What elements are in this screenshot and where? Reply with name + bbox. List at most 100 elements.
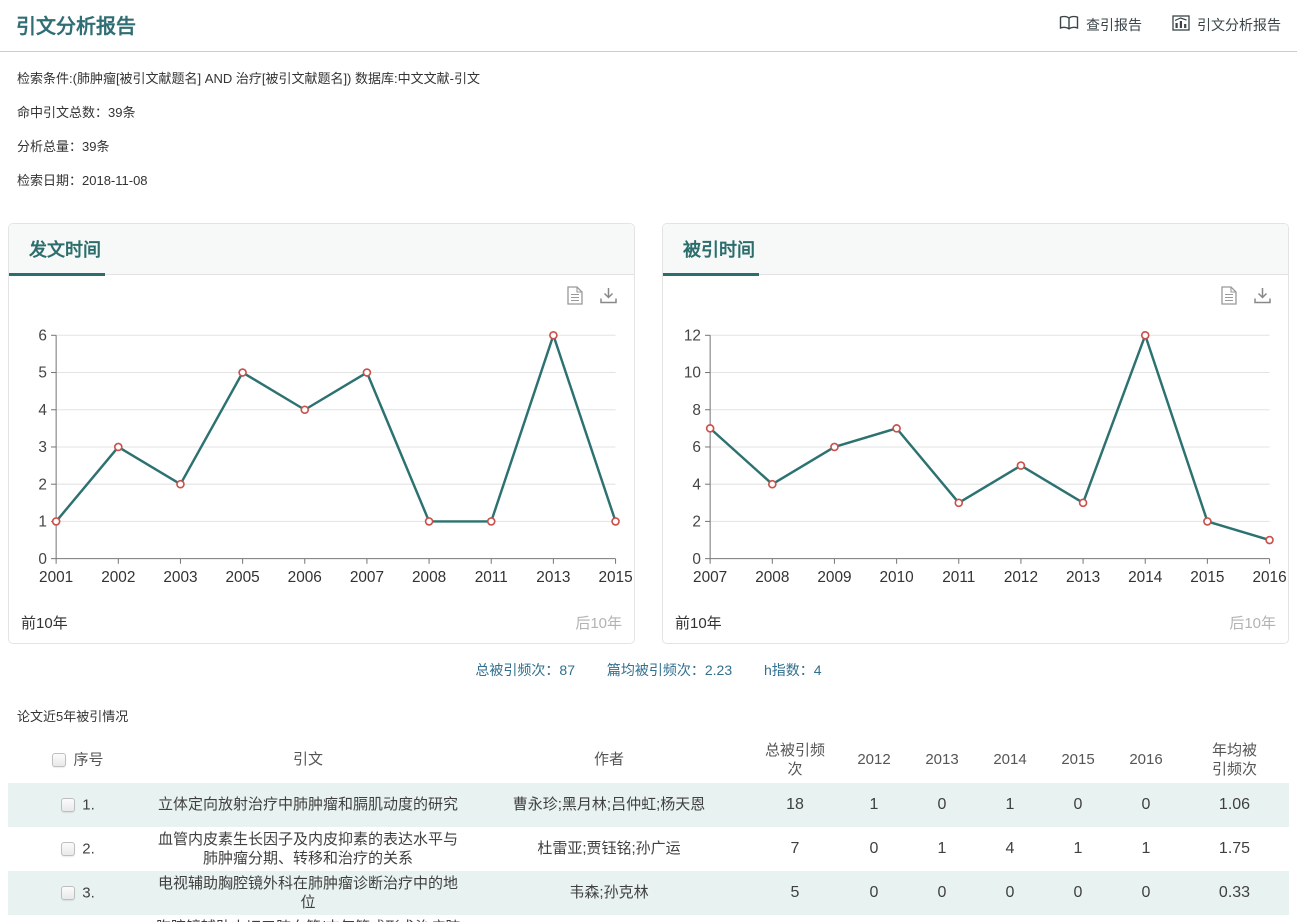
analysis-total: 分析总量：39条 bbox=[17, 136, 1280, 155]
citation-title: 血管内皮素生长因子及内皮抑素的表达水平与肺肿瘤分期、转移和治疗的关系 bbox=[148, 827, 468, 871]
svg-text:2016: 2016 bbox=[1252, 569, 1286, 586]
svg-text:2011: 2011 bbox=[942, 569, 975, 586]
header-links: 查引报告 引文分析报告 bbox=[1059, 15, 1281, 35]
col-2015: 2015 bbox=[1044, 737, 1112, 783]
col-citation: 引文 bbox=[148, 737, 468, 783]
last-decade-label: 后10年 bbox=[575, 612, 622, 633]
chart-footer: 前10年 后10年 bbox=[663, 612, 1288, 643]
cited-2012: 2 bbox=[840, 915, 908, 922]
cited-2012: 0 bbox=[840, 827, 908, 871]
row-index: 2. bbox=[82, 841, 95, 858]
cited-2016: 0 bbox=[1112, 915, 1180, 922]
report-document-icon[interactable] bbox=[1221, 285, 1237, 305]
report-document-icon[interactable] bbox=[567, 285, 583, 305]
cited-time-panel: 被引时间 02468101220072008200920102011201220… bbox=[662, 223, 1289, 644]
svg-text:2005: 2005 bbox=[226, 569, 260, 586]
svg-text:2013: 2013 bbox=[1066, 569, 1100, 586]
svg-text:6: 6 bbox=[38, 327, 47, 344]
total-cited: 7 bbox=[750, 827, 840, 871]
svg-text:2013: 2013 bbox=[536, 569, 570, 586]
svg-text:3: 3 bbox=[38, 439, 47, 456]
table-header-row: 序号 引文 作者 总被引频次 2012 2013 2014 2015 2016 … bbox=[8, 737, 1289, 783]
publication-time-chart: 0123456200120022003200520062007200820112… bbox=[9, 323, 634, 612]
svg-text:2: 2 bbox=[38, 476, 47, 493]
download-icon[interactable] bbox=[599, 285, 618, 305]
search-date: 检索日期：2018-11-08 bbox=[17, 170, 1280, 189]
table-row: 4.胸腔镜辅助小切口肺血管/支气管成形术治疗肺肿瘤何建行;杨运有;陈汉章4210… bbox=[8, 915, 1289, 922]
cited-2013: 1 bbox=[908, 915, 976, 922]
h-index: h指数：4 bbox=[764, 662, 822, 678]
citation-stats: 总被引频次：87 篇均被引频次：2.23 h指数：4 bbox=[0, 660, 1297, 680]
cited-2016: 0 bbox=[1112, 783, 1180, 827]
svg-text:6: 6 bbox=[692, 439, 701, 456]
citation-title: 电视辅助胸腔镜外科在肺肿瘤诊断治疗中的地位 bbox=[148, 871, 468, 915]
table-row: 1.立体定向放射治疗中肺肿瘤和膈肌动度的研究曹永珍;黑月林;吕仲虹;杨天恩181… bbox=[8, 783, 1289, 827]
row-checkbox[interactable] bbox=[61, 842, 75, 856]
row-seq: 1. bbox=[8, 783, 148, 827]
svg-text:2008: 2008 bbox=[412, 569, 446, 586]
search-condition: 检索条件:(肺肿瘤[被引文献题名] AND 治疗[被引文献题名]) 数据库:中文… bbox=[17, 68, 1280, 87]
citation-authors: 何建行;杨运有;陈汉章 bbox=[468, 915, 750, 922]
col-avg-cited: 年均被引频次 bbox=[1180, 737, 1289, 783]
svg-text:2014: 2014 bbox=[1128, 569, 1163, 586]
row-seq: 2. bbox=[8, 827, 148, 871]
citation-authors: 杜雷亚;贾钰铭;孙广运 bbox=[468, 827, 750, 871]
bar-chart-icon bbox=[1172, 15, 1190, 34]
svg-text:2015: 2015 bbox=[1190, 569, 1224, 586]
row-seq: 4. bbox=[8, 915, 148, 922]
avg-cited-per-year: 0.33 bbox=[1180, 871, 1289, 915]
citation-analysis-report-label: 引文分析报告 bbox=[1197, 15, 1281, 35]
page-title: 引文分析报告 bbox=[16, 10, 136, 39]
col-2012: 2012 bbox=[840, 737, 908, 783]
cited-2014: 0 bbox=[976, 915, 1044, 922]
citation-title: 胸腔镜辅助小切口肺血管/支气管成形术治疗肺肿瘤 bbox=[148, 915, 468, 922]
total-hits: 命中引文总数：39条 bbox=[17, 102, 1280, 121]
col-2014: 2014 bbox=[976, 737, 1044, 783]
table-row: 3.电视辅助胸腔镜外科在肺肿瘤诊断治疗中的地位韦森;孙克林5000000.33 bbox=[8, 871, 1289, 915]
svg-text:2010: 2010 bbox=[880, 569, 914, 586]
cited-time-chart: 0246810122007200820092010201120122013201… bbox=[663, 323, 1288, 612]
cited-2012: 0 bbox=[840, 871, 908, 915]
cited-2013: 0 bbox=[908, 783, 976, 827]
cited-2015: 0 bbox=[1044, 871, 1112, 915]
cited-2016: 1 bbox=[1112, 827, 1180, 871]
cited-2016: 0 bbox=[1112, 871, 1180, 915]
svg-text:4: 4 bbox=[38, 402, 47, 419]
cited-2014: 4 bbox=[976, 827, 1044, 871]
row-seq: 3. bbox=[8, 871, 148, 915]
last-decade-label: 后10年 bbox=[1229, 612, 1276, 633]
cited-2013: 0 bbox=[908, 871, 976, 915]
row-checkbox[interactable] bbox=[61, 886, 75, 900]
first-decade-label: 前10年 bbox=[675, 612, 722, 633]
citation-authors: 曹永珍;黑月林;吕仲虹;杨天恩 bbox=[468, 783, 750, 827]
row-index: 3. bbox=[82, 885, 95, 902]
cited-2013: 1 bbox=[908, 827, 976, 871]
check-citation-report-link[interactable]: 查引报告 bbox=[1059, 15, 1142, 35]
page-header: 引文分析报告 查引报告 引文分析报告 bbox=[0, 0, 1297, 51]
publication-time-panel-header: 发文时间 bbox=[9, 224, 634, 275]
download-icon[interactable] bbox=[1253, 285, 1272, 305]
total-cited: 4 bbox=[750, 915, 840, 922]
col-seq: 序号 bbox=[8, 737, 148, 783]
svg-text:2002: 2002 bbox=[101, 569, 135, 586]
row-checkbox[interactable] bbox=[61, 798, 75, 812]
cited-2014: 1 bbox=[976, 783, 1044, 827]
table-row: 2. 血管内皮素生长因子及内皮抑素的表达水平与肺肿瘤分期、转移和治疗的关系杜雷亚;… bbox=[8, 827, 1289, 871]
panel-tools bbox=[663, 275, 1288, 305]
svg-text:2: 2 bbox=[692, 514, 701, 531]
svg-text:2007: 2007 bbox=[693, 569, 727, 586]
citation-analysis-report-link[interactable]: 引文分析报告 bbox=[1172, 15, 1281, 35]
select-all-checkbox[interactable] bbox=[52, 753, 66, 767]
citation-analysis-report-page: 引文分析报告 查引报告 引文分析报告 检索条件:(肺肿瘤[被引文献题名] AND… bbox=[0, 0, 1297, 922]
svg-text:8: 8 bbox=[692, 402, 701, 419]
svg-text:2011: 2011 bbox=[475, 569, 508, 586]
book-icon bbox=[1059, 15, 1079, 34]
active-tab-underline bbox=[663, 273, 759, 276]
publication-time-title: 发文时间 bbox=[29, 240, 101, 260]
cited-2015: 1 bbox=[1044, 827, 1112, 871]
col-2013: 2013 bbox=[908, 737, 976, 783]
citation-title: 立体定向放射治疗中肺肿瘤和膈肌动度的研究 bbox=[148, 783, 468, 827]
svg-text:4: 4 bbox=[692, 476, 701, 493]
svg-text:2003: 2003 bbox=[163, 569, 197, 586]
avg-cited-per-paper: 篇均被引频次：2.23 bbox=[607, 662, 732, 678]
